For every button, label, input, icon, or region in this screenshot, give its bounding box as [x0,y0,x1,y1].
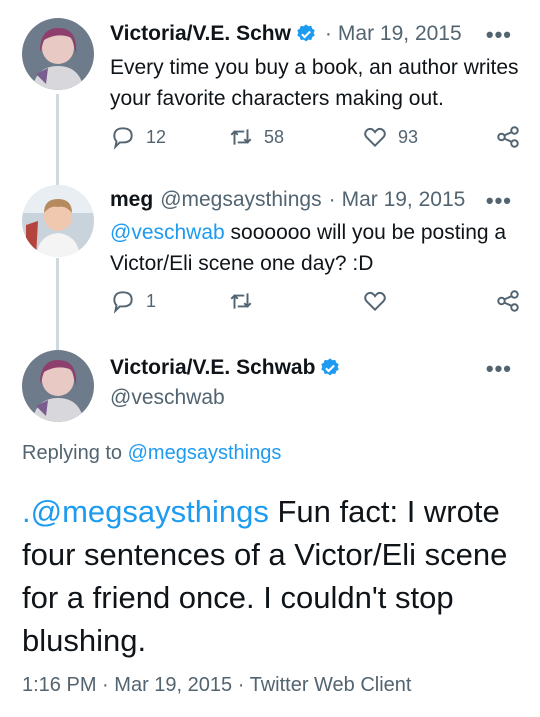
author-handle-row: @veschwab [110,386,225,410]
separator-dot: · [328,188,336,211]
heart-icon [364,127,386,148]
more-options-icon[interactable]: ••• [486,188,512,214]
thread-line [56,94,59,184]
reply-button[interactable]: 1 [110,288,156,314]
tweet-date[interactable]: Mar 19, 2015 [338,22,462,46]
more-options-icon[interactable]: ••• [486,356,512,382]
replying-to-link[interactable]: @megsaysthings [128,442,282,464]
like-button[interactable]: 93 [362,124,418,150]
reply-count: 12 [146,126,167,147]
tweet-header: Victoria/V.E. Schwab [110,356,341,380]
reply-icon [113,127,133,150]
tweet-date[interactable]: Mar 19, 2015 [114,674,232,696]
avatar[interactable] [22,350,94,422]
tweet-client[interactable]: Twitter Web Client [250,674,412,696]
retweet-button[interactable] [228,288,254,314]
tweet-time[interactable]: 1:16 PM [22,674,96,696]
replying-prefix: Replying to [22,442,128,464]
author-name[interactable]: meg [110,188,153,212]
retweet-count: 58 [264,126,285,147]
reply-icon [113,291,133,314]
heart-icon [364,291,386,312]
author-handle[interactable]: @veschwab [110,386,225,410]
mention-link[interactable]: .@megsaysthings [22,494,269,529]
retweet-icon [230,293,252,309]
separator-dot: · [102,674,109,696]
avatar-icon [22,350,94,422]
tweet-text: .@megsaysthings Fun fact: I wrote four s… [22,490,522,662]
retweet-button[interactable]: 58 [228,124,284,150]
share-button[interactable] [495,124,521,150]
author-name[interactable]: Victoria/V.E. Schw [110,22,291,46]
tweet-text: @veschwab soooooo will you be posting a … [110,217,520,279]
retweet-icon [230,129,252,145]
verified-badge-icon [321,358,340,376]
like-button[interactable] [362,288,388,314]
author-name[interactable]: Victoria/V.E. Schwab [110,356,315,380]
avatar[interactable] [22,18,94,90]
reply-button[interactable]: 12 [110,124,166,150]
mention-link[interactable]: @veschwab [110,221,225,244]
share-icon [497,290,519,312]
reply-count: 1 [146,290,157,311]
share-icon [497,126,519,148]
thread-line [56,258,59,354]
tweet-meta: 1:16 PM · Mar 19, 2015 · Twitter Web Cli… [22,674,411,697]
share-button[interactable] [495,288,521,314]
avatar-icon [22,18,94,90]
verified-badge-icon [297,24,315,42]
replying-to: Replying to @megsaysthings [22,442,281,465]
tweet-actions: 1 [110,288,520,318]
like-count: 93 [398,126,419,147]
author-handle[interactable]: @megsaysthings [160,188,321,212]
tweet-actions: 12 58 93 [110,124,520,154]
more-options-icon[interactable]: ••• [486,22,512,48]
avatar[interactable] [22,185,94,257]
tweet-header: Victoria/V.E. Schw · Mar 19, 2015 [110,22,462,46]
tweet-header: meg @megsaysthings · Mar 19, 2015 [110,188,465,212]
tweet-date[interactable]: Mar 19, 2015 [342,188,466,212]
separator-dot: · [237,674,245,696]
separator-dot: · [324,22,332,45]
tweet-text: Every time you buy a book, an author wri… [110,56,519,110]
avatar-icon [22,185,94,257]
